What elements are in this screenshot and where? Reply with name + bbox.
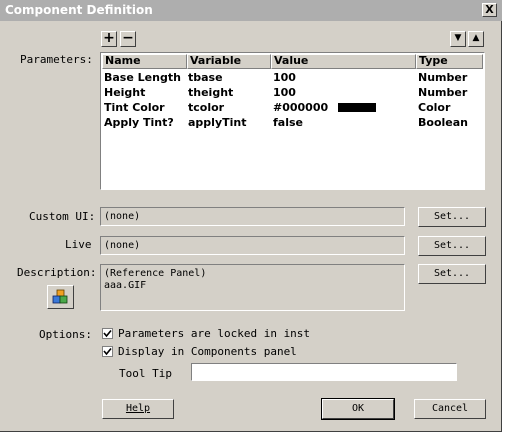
- checkmark-icon: [103, 329, 112, 338]
- live-preview-field: (none): [100, 236, 405, 255]
- table-row[interactable]: Tint Color tcolor #000000 Color: [102, 100, 483, 115]
- move-down-button[interactable]: ▼: [450, 31, 466, 47]
- cell-name: Base Length: [104, 71, 181, 84]
- help-button[interactable]: Help: [102, 399, 174, 419]
- cell-value: #000000: [273, 101, 329, 114]
- live-set-button[interactable]: Set...: [418, 236, 486, 256]
- table-row[interactable]: Height theight 100 Number: [102, 85, 483, 100]
- table-row[interactable]: Apply Tint? applyTint false Boolean: [102, 115, 483, 130]
- add-parameter-button[interactable]: +: [101, 31, 117, 47]
- locked-checkbox[interactable]: [102, 328, 113, 339]
- options-label: Options:: [39, 328, 92, 341]
- close-button[interactable]: X: [482, 3, 497, 17]
- cell-variable: theight: [188, 86, 234, 99]
- column-header-variable[interactable]: Variable: [187, 54, 271, 69]
- color-swatch[interactable]: [338, 103, 376, 112]
- cell-type: Boolean: [418, 116, 468, 129]
- description-label: Description:: [17, 266, 97, 279]
- column-header-value[interactable]: Value: [271, 54, 416, 69]
- column-header-type[interactable]: Type: [416, 54, 483, 69]
- cell-type: Number: [418, 86, 468, 99]
- cell-value: 100: [273, 86, 296, 99]
- cell-variable: tbase: [188, 71, 223, 84]
- cell-name: Apply Tint?: [104, 116, 174, 129]
- dialog-title: Component Definition: [5, 3, 153, 17]
- component-icon: [52, 289, 68, 304]
- custom-ui-label: Custom UI:: [29, 210, 96, 223]
- table-row[interactable]: Base Length tbase 100 Number: [102, 70, 483, 85]
- custom-ui-field: (none): [100, 207, 405, 226]
- display-in-components-label[interactable]: Display in Components panel: [118, 345, 297, 358]
- remove-parameter-button[interactable]: −: [120, 31, 136, 47]
- component-definition-dialog: Component Definition X Parameters: + − ▼…: [0, 0, 502, 432]
- locked-checkbox-label[interactable]: Parameters are locked in inst: [118, 327, 310, 340]
- grid-header: Name Variable Value Type: [102, 54, 483, 69]
- description-set-button[interactable]: Set...: [418, 264, 486, 284]
- live-label: Live: [65, 238, 92, 251]
- cell-type: Number: [418, 71, 468, 84]
- parameters-label: Parameters:: [20, 53, 93, 66]
- cell-name: Tint Color: [104, 101, 165, 114]
- description-line: (Reference Panel): [104, 268, 207, 279]
- column-header-name[interactable]: Name: [102, 54, 187, 69]
- parameters-grid[interactable]: Name Variable Value Type Base Length tba…: [100, 52, 485, 190]
- cell-variable: applyTint: [188, 116, 247, 129]
- component-icon-button[interactable]: [47, 285, 74, 309]
- move-up-button[interactable]: ▲: [468, 31, 484, 47]
- cell-value: 100: [273, 71, 296, 84]
- cell-name: Height: [104, 86, 146, 99]
- description-line: aaa.GIF: [104, 280, 147, 291]
- description-field: (Reference Panel) aaa.GIF: [100, 264, 405, 311]
- cell-variable: tcolor: [188, 101, 225, 114]
- ok-button[interactable]: OK: [321, 398, 395, 420]
- cell-type: Color: [418, 101, 451, 114]
- custom-ui-set-button[interactable]: Set...: [418, 207, 486, 227]
- checkmark-icon: [103, 347, 112, 356]
- cancel-button[interactable]: Cancel: [414, 399, 486, 419]
- tooltip-input[interactable]: [191, 363, 457, 381]
- tooltip-label: Tool Tip: [119, 367, 172, 380]
- display-in-components-checkbox[interactable]: [102, 346, 113, 357]
- title-bar[interactable]: Component Definition X: [0, 0, 502, 21]
- cell-value: false: [273, 116, 303, 129]
